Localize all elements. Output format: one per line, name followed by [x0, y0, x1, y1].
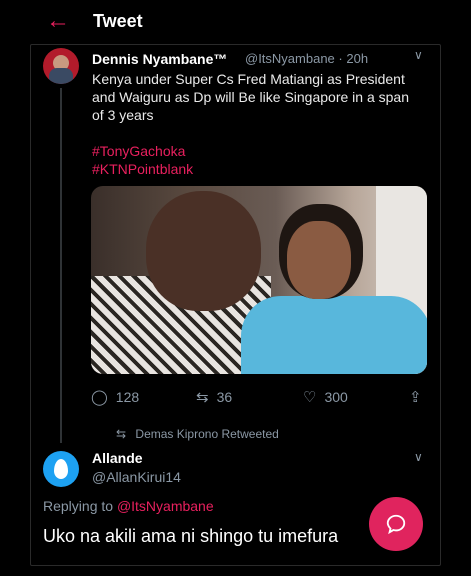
hashtags: #TonyGachoka #KTNPointblank: [92, 142, 193, 178]
chevron-down-icon[interactable]: ∨: [414, 450, 423, 464]
reply-author-name[interactable]: Allande: [92, 450, 143, 466]
reply-count: 128: [115, 389, 140, 405]
author-handle[interactable]: @ItsNyambane: [245, 51, 335, 66]
replying-to-handle[interactable]: @ItsNyambane: [117, 498, 214, 514]
like-icon: ♡: [303, 389, 317, 406]
hashtag-link[interactable]: #KTNPointblank: [92, 160, 193, 178]
hashtag-link[interactable]: #TonyGachoka: [92, 142, 193, 160]
share-button[interactable]: ⇪: [409, 388, 430, 406]
compose-icon: [386, 514, 406, 535]
thread-connector-line: [60, 88, 62, 443]
reply-icon: ◯: [91, 389, 108, 406]
retweet-icon: ⇆: [116, 427, 127, 441]
page-title: Tweet: [93, 11, 143, 31]
like-count: 300: [324, 389, 348, 405]
author-avatar[interactable]: [43, 48, 79, 84]
reply-text: Uko na akili ama ni shingo tu imefura: [43, 526, 339, 546]
replying-to: Replying to @ItsNyambane: [43, 498, 214, 514]
author-name[interactable]: Dennis Nyambane™: [92, 51, 227, 67]
reply-button[interactable]: ◯ 128: [91, 388, 139, 406]
reply-author-handle[interactable]: @AllanKirui14: [92, 469, 181, 485]
retweet-count: 36: [216, 389, 233, 405]
like-button[interactable]: ♡ 300: [303, 388, 348, 406]
top-bar: ← Tweet: [0, 0, 471, 44]
tweet-time: 20h: [346, 51, 369, 66]
reply-author-avatar[interactable]: [43, 451, 79, 487]
chevron-down-icon[interactable]: ∨: [414, 48, 423, 62]
retweet-button[interactable]: ⇆ 36: [196, 388, 232, 406]
retweeted-by-label: Demas Kiprono Retweeted: [135, 427, 279, 441]
author-handle-time: @ItsNyambane · 20h: [245, 51, 369, 66]
tweet-actions: ◯ 128 ⇆ 36 ♡ 300 ⇪: [91, 388, 431, 410]
compose-button[interactable]: [369, 497, 423, 551]
retweet-icon: ⇆: [196, 389, 209, 406]
replying-to-prefix: Replying to: [43, 498, 114, 514]
tweet-text: Kenya under Super Cs Fred Matiangi as Pr…: [92, 71, 409, 123]
share-icon: ⇪: [409, 389, 422, 406]
tweet-photo[interactable]: [91, 186, 427, 374]
back-arrow-icon[interactable]: ←: [46, 8, 70, 34]
retweeted-by[interactable]: ⇆ Demas Kiprono Retweeted: [116, 427, 279, 441]
